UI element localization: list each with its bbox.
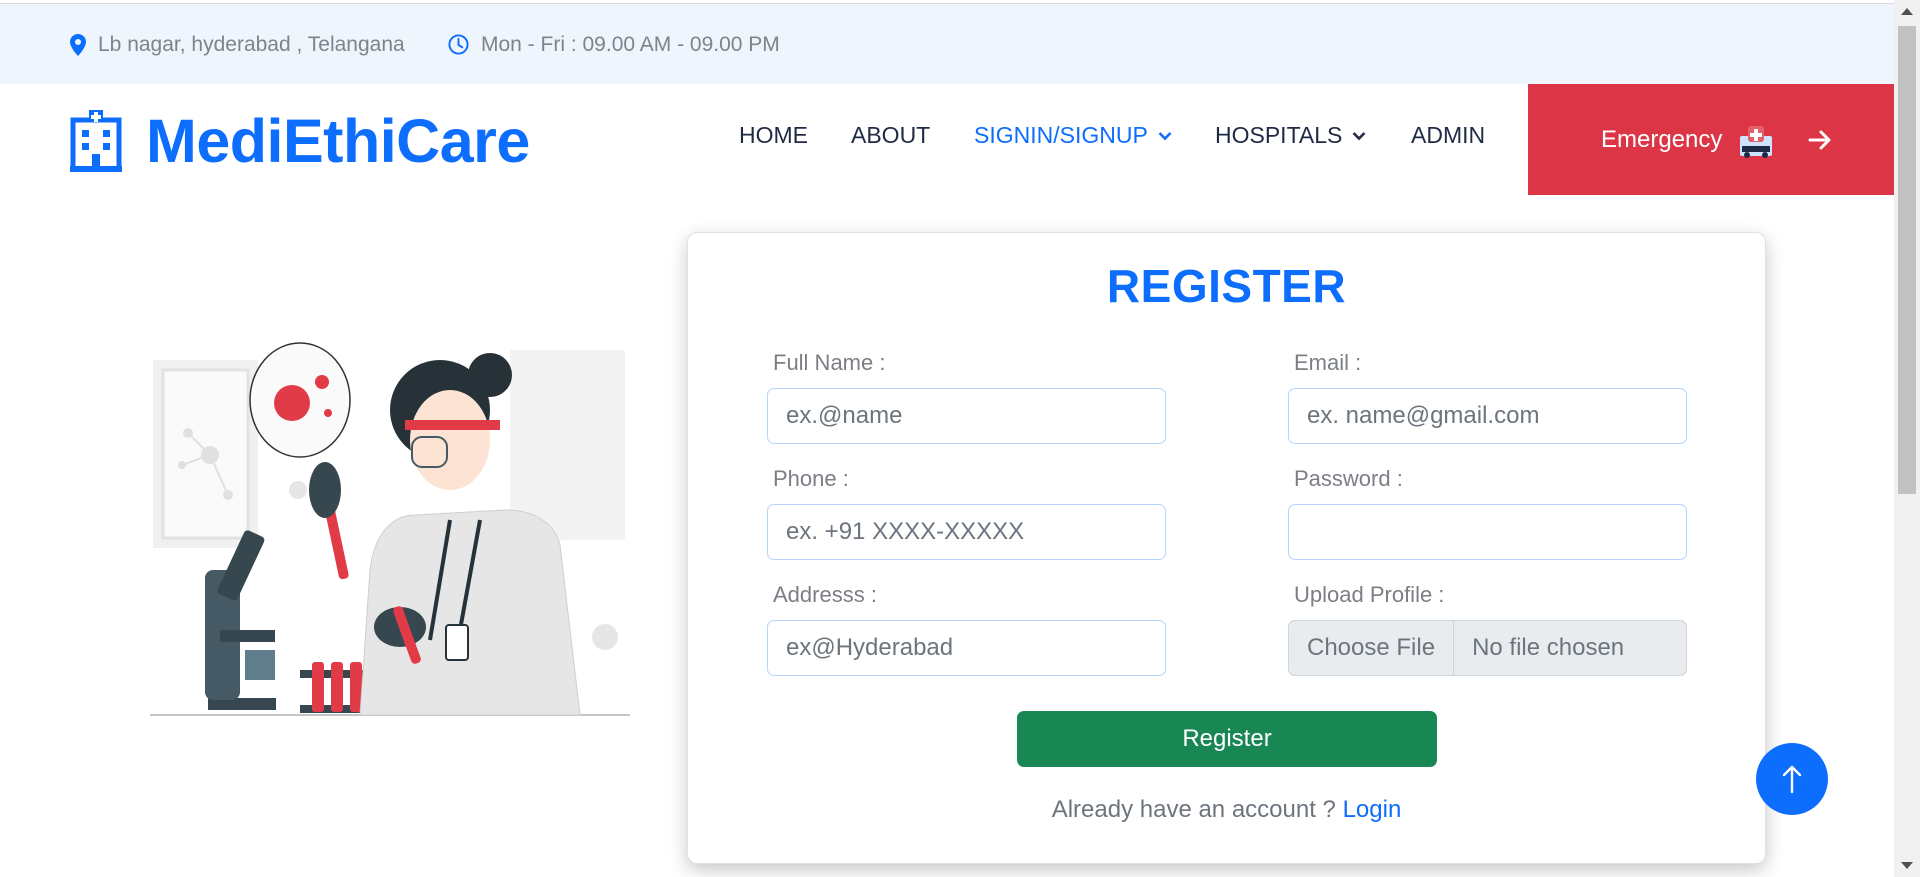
- hours-info: Mon - Fri : 09.00 AM - 09.00 PM: [448, 4, 780, 85]
- hospital-building-icon: [70, 110, 122, 172]
- main-header: MediEthiCare HOME ABOUT SIGNIN/SIGNUP HO…: [0, 84, 1894, 196]
- chevron-down-icon: [1352, 131, 1366, 140]
- arrow-right-icon: [1808, 130, 1831, 149]
- nav-label: HOSPITALS: [1215, 122, 1343, 148]
- phone-input[interactable]: [767, 504, 1166, 560]
- chevron-down-icon: [1158, 131, 1172, 140]
- nav-item-admin[interactable]: ADMIN: [1411, 122, 1485, 149]
- address-text: Lb nagar, hyderabad , Telangana: [98, 32, 405, 56]
- password-input[interactable]: [1288, 504, 1687, 560]
- email-label: Email :: [1294, 350, 1362, 375]
- nav-label: ABOUT: [851, 122, 931, 148]
- nav-label: ADMIN: [1411, 122, 1486, 148]
- nav-item-hospitals[interactable]: HOSPITALS: [1215, 122, 1366, 149]
- nav-item-signin-signup[interactable]: SIGNIN/SIGNUP: [974, 122, 1172, 149]
- address-info: Lb nagar, hyderabad , Telangana: [70, 4, 405, 85]
- password-label: Password :: [1294, 466, 1403, 491]
- nav-item-about[interactable]: ABOUT: [851, 122, 930, 149]
- upload-profile-input[interactable]: Choose File No file chosen: [1288, 620, 1687, 676]
- login-prompt-text: Already have an account ?: [1051, 796, 1343, 823]
- back-to-top-button[interactable]: [1756, 743, 1828, 815]
- hours-text: Mon - Fri : 09.00 AM - 09.00 PM: [481, 32, 780, 56]
- arrow-up-icon: [1782, 765, 1802, 794]
- clock-icon: [448, 34, 469, 55]
- scrollbar-thumb[interactable]: [1898, 26, 1916, 494]
- scroll-up-arrow[interactable]: [1901, 8, 1913, 15]
- register-button[interactable]: Register: [1017, 711, 1437, 767]
- doctor-lab-illustration: [150, 342, 630, 716]
- emergency-label: Emergency: [1601, 125, 1723, 153]
- top-info-bar: Lb nagar, hyderabad , Telangana Mon - Fr…: [0, 3, 1894, 84]
- register-title: REGISTER: [1106, 260, 1347, 312]
- full-name-label: Full Name :: [773, 350, 886, 375]
- file-status: No file chosen: [1472, 634, 1625, 661]
- emergency-button[interactable]: Emergency: [1528, 84, 1894, 195]
- brand-name: MediEthiCare: [146, 107, 530, 175]
- register-card: REGISTER Full Name : Email : Phone : Pas…: [687, 232, 1766, 864]
- brand-logo[interactable]: MediEthiCare: [70, 106, 530, 176]
- location-pin-icon: [70, 33, 86, 56]
- upload-profile-label: Upload Profile :: [1294, 582, 1445, 607]
- scroll-down-arrow[interactable]: [1901, 862, 1913, 869]
- email-input[interactable]: [1288, 388, 1687, 444]
- nav-item-home[interactable]: HOME: [739, 122, 808, 149]
- login-link[interactable]: Login: [1343, 796, 1402, 823]
- address-input[interactable]: [767, 620, 1166, 676]
- ambulance-icon: [1740, 125, 1773, 158]
- full-name-input[interactable]: [767, 388, 1166, 444]
- nav-label: SIGNIN/SIGNUP: [974, 122, 1148, 148]
- choose-file-button[interactable]: Choose File: [1289, 621, 1455, 675]
- vertical-scrollbar[interactable]: [1894, 0, 1920, 877]
- nav-label: HOME: [739, 122, 808, 148]
- address-label: Addresss :: [773, 582, 877, 607]
- login-prompt: Already have an account ? Login: [688, 796, 1765, 824]
- phone-label: Phone :: [773, 466, 849, 491]
